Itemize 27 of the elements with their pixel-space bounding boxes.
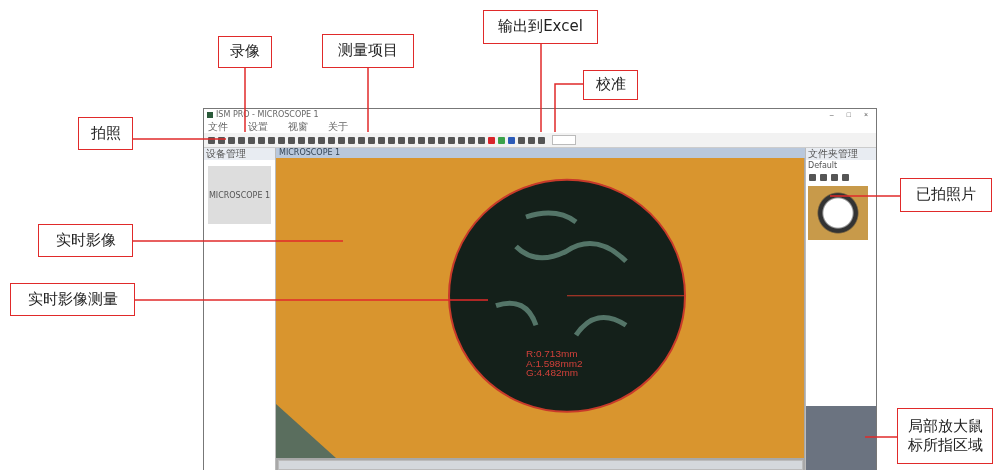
app-icon — [207, 111, 213, 118]
callout-label: 实时影像测量 — [10, 283, 135, 316]
leader-line — [554, 83, 584, 133]
menu-item[interactable]: 视窗 — [288, 120, 308, 133]
leader-line — [244, 67, 246, 133]
photo-placeholder[interactable] — [808, 186, 868, 240]
live-image-drawing: R:0.713mm A:1.598mm2 G:4.482mm — [276, 158, 804, 459]
folder-name: Default — [808, 161, 838, 170]
menu-item[interactable]: 文件 — [208, 120, 228, 133]
callout-label: 校准 — [583, 70, 638, 100]
callout-label: 录像 — [218, 36, 272, 68]
callout-label: 测量项目 — [322, 34, 414, 68]
panel-title: 设备管理 — [206, 148, 246, 160]
input-field[interactable] — [552, 135, 576, 145]
device-tile[interactable]: MICROSCOPE 1 — [208, 166, 271, 224]
scrollbar[interactable] — [278, 460, 803, 470]
leader-line — [829, 195, 901, 197]
callout-label: 输出到Excel — [483, 10, 598, 44]
callout-label: 实时影像 — [38, 224, 133, 257]
callout-label: 拍照 — [78, 117, 133, 150]
panel-title: 文件夹管理 — [808, 148, 858, 160]
callout-label: 局部放大鼠标所指区域 — [897, 408, 993, 464]
viewer-tab[interactable]: MICROSCOPE 1 — [279, 148, 341, 158]
menu-item[interactable]: 关于 — [328, 120, 348, 133]
menu-item[interactable]: 设置 — [248, 120, 268, 133]
callout-label: 已拍照片 — [900, 178, 992, 212]
leader-line — [367, 67, 369, 133]
